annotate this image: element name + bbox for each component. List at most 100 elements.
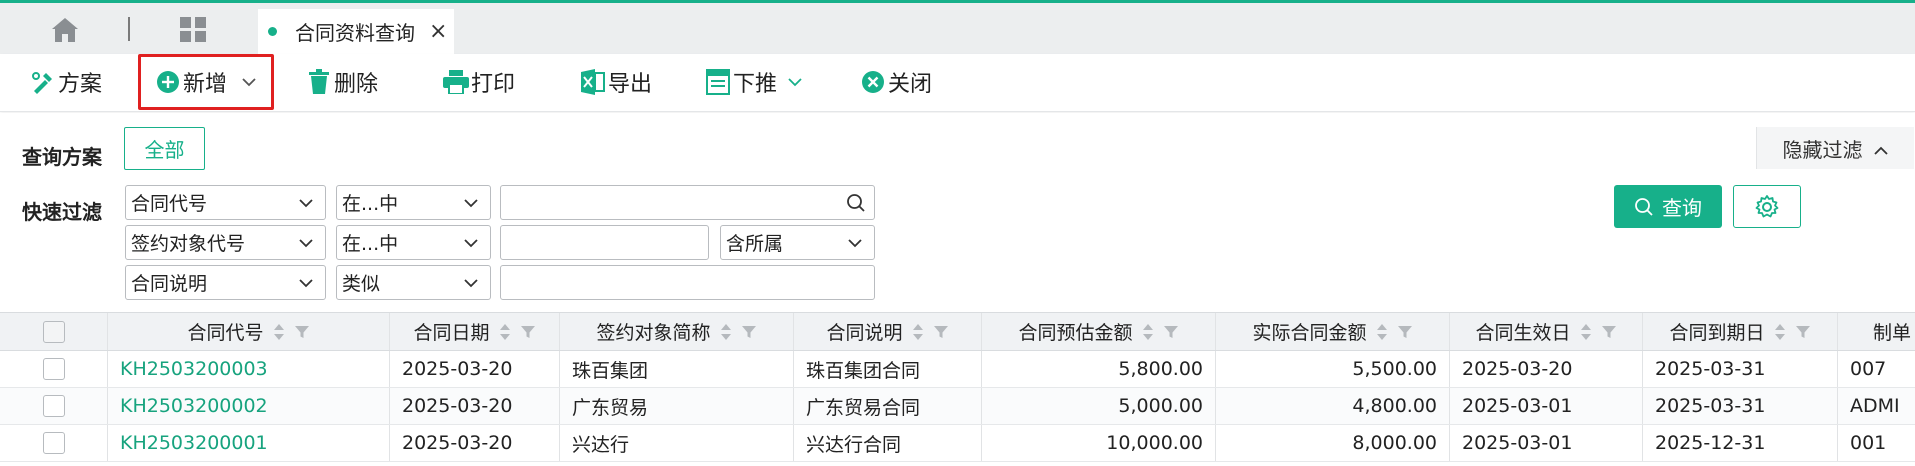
sort-icon[interactable] bbox=[719, 322, 733, 342]
filter-operator-value: 在...中 bbox=[342, 193, 399, 215]
table-cell: 2025-03-31 bbox=[1643, 351, 1838, 387]
filter-value-input[interactable] bbox=[468, 227, 700, 258]
filter-funnel-icon[interactable] bbox=[520, 324, 536, 340]
tab-contract-query[interactable]: 合同资料查询 × bbox=[258, 9, 454, 54]
sort-icon[interactable] bbox=[1773, 322, 1787, 342]
column-header-label: 合同代号 bbox=[187, 322, 264, 344]
close-tab-icon[interactable]: × bbox=[429, 20, 447, 43]
column-header[interactable]: 合同日期 bbox=[390, 313, 560, 350]
column-header[interactable]: 合同到期日 bbox=[1643, 313, 1838, 350]
filter-funnel-icon[interactable] bbox=[294, 324, 310, 340]
table-cell: 5,500.00 bbox=[1216, 351, 1450, 387]
filter-operator-select[interactable]: 在...中 bbox=[336, 185, 491, 220]
table-cell: ADMI bbox=[1850, 395, 1900, 417]
table-cell: 007 bbox=[1850, 358, 1887, 380]
filter-settings-button[interactable] bbox=[1733, 185, 1801, 228]
chevron-down-icon bbox=[848, 238, 862, 247]
home-icon[interactable] bbox=[48, 16, 82, 44]
row-checkbox[interactable] bbox=[42, 432, 65, 454]
chevron-up-icon bbox=[1873, 140, 1889, 156]
filter-operator-select[interactable]: 类似 bbox=[336, 265, 491, 300]
sort-icon[interactable] bbox=[1141, 322, 1155, 342]
column-header[interactable]: 签约对象简称 bbox=[560, 313, 794, 350]
row-checkbox-cell[interactable] bbox=[0, 388, 108, 424]
column-header[interactable]: 制单 bbox=[1838, 313, 1915, 350]
table-cell: 001 bbox=[1850, 432, 1887, 454]
table-cell: 2025-12-31 bbox=[1643, 425, 1838, 461]
print-label: 打印 bbox=[471, 72, 516, 97]
push-down-label: 下推 bbox=[733, 72, 778, 97]
contract-code-link[interactable]: KH2503200002 bbox=[108, 388, 390, 424]
sort-icon[interactable] bbox=[1375, 322, 1389, 342]
sort-icon[interactable] bbox=[911, 322, 925, 342]
select-all-checkbox[interactable] bbox=[42, 320, 65, 343]
push-down-button[interactable]: 下推 bbox=[705, 64, 803, 100]
filter-funnel-icon[interactable] bbox=[1795, 324, 1811, 340]
table-cell: 2025-03-20 bbox=[390, 425, 560, 461]
chevron-down-icon[interactable] bbox=[787, 74, 803, 90]
hide-filter-button[interactable]: 隐藏过滤 bbox=[1756, 127, 1914, 169]
filter-field-select[interactable]: 合同代号 bbox=[125, 185, 326, 220]
scheme-button[interactable]: 方案 bbox=[30, 64, 102, 100]
query-label: 查询 bbox=[1662, 196, 1702, 220]
hide-filter-label: 隐藏过滤 bbox=[1782, 137, 1863, 162]
filter-scope-select[interactable]: 含所属 bbox=[720, 225, 875, 260]
close-button[interactable]: 关闭 bbox=[860, 64, 932, 100]
table-cell: 兴达行合同 bbox=[794, 425, 982, 461]
filter-field-select[interactable]: 合同说明 bbox=[125, 265, 326, 300]
sort-icon[interactable] bbox=[498, 322, 512, 342]
column-header-label: 合同预估金额 bbox=[1018, 322, 1133, 344]
table-cell: 2025-03-01 bbox=[1450, 425, 1643, 461]
column-header-label: 制单 bbox=[1872, 322, 1911, 344]
app-grid-icon[interactable] bbox=[178, 15, 210, 45]
filter-funnel-icon[interactable] bbox=[1397, 324, 1413, 340]
row-checkbox[interactable] bbox=[42, 395, 65, 417]
filter-value-input[interactable] bbox=[507, 187, 846, 218]
table-row[interactable]: KH2503200003 2025-03-20 珠百集团 珠百集团合同 5,800.00… bbox=[0, 351, 1915, 388]
column-header-label: 实际合同金额 bbox=[1252, 322, 1367, 344]
filter-funnel-icon[interactable] bbox=[1601, 324, 1617, 340]
filter-funnel-icon[interactable] bbox=[933, 324, 949, 340]
column-header[interactable]: 合同生效日 bbox=[1450, 313, 1643, 350]
table-cell: 广东贸易 bbox=[560, 388, 794, 424]
gear-icon bbox=[1755, 194, 1779, 217]
table-cell: 4,800.00 bbox=[1216, 388, 1450, 424]
column-header[interactable]: 合同代号 bbox=[108, 313, 390, 350]
column-header[interactable]: 合同说明 bbox=[794, 313, 982, 350]
excel-export-icon bbox=[580, 69, 606, 95]
sort-icon[interactable] bbox=[272, 322, 286, 342]
chevron-down-icon bbox=[464, 278, 478, 287]
filter-funnel-icon[interactable] bbox=[1163, 324, 1179, 340]
chevron-down-icon bbox=[299, 238, 313, 247]
row-checkbox-cell[interactable] bbox=[0, 351, 108, 387]
grid-header-row: 合同代号 合同日期 签约对象简称 合同说明 合同预估金额 实际合同金额 合同生效日 合同到期日… bbox=[0, 313, 1915, 351]
filter-panel: 查询方案 全部 隐藏过滤 快速过滤 合同代号 在...中 签约对象代号 在...… bbox=[0, 113, 1915, 309]
table-cell: 2025-03-20 bbox=[390, 351, 560, 387]
sort-icon[interactable] bbox=[1579, 322, 1593, 342]
export-button[interactable]: 导出 bbox=[580, 64, 652, 100]
contract-code-link[interactable]: KH2503200001 bbox=[108, 425, 390, 461]
chevron-down-icon bbox=[299, 198, 313, 207]
table-row[interactable]: KH2503200002 2025-03-20 广东贸易 广东贸易合同 5,000.00… bbox=[0, 388, 1915, 425]
query-button[interactable]: 查询 bbox=[1614, 185, 1722, 228]
row-checkbox[interactable] bbox=[42, 358, 65, 380]
scheme-all-button[interactable]: 全部 bbox=[124, 127, 205, 170]
select-all-checkbox-cell[interactable] bbox=[0, 313, 108, 350]
delete-button[interactable]: 删除 bbox=[306, 64, 378, 100]
contract-code-link[interactable]: KH2503200003 bbox=[108, 351, 390, 387]
table-row[interactable]: KH2503200001 2025-03-20 兴达行 兴达行合同 10,000.00 8… bbox=[0, 425, 1915, 462]
filter-funnel-icon[interactable] bbox=[741, 324, 757, 340]
toolbar: 方案 新增 删除 打印 导出 下推 关闭 bbox=[0, 54, 1915, 112]
chevron-down-icon bbox=[464, 198, 478, 207]
table-cell: 2025-03-20 bbox=[390, 388, 560, 424]
column-header[interactable]: 合同预估金额 bbox=[982, 313, 1216, 350]
table-cell: 2025-03-01 bbox=[1450, 388, 1643, 424]
filter-operator-value: 类似 bbox=[342, 273, 381, 295]
column-header-label: 合同日期 bbox=[413, 322, 490, 344]
filter-field-select[interactable]: 签约对象代号 bbox=[125, 225, 326, 260]
print-button[interactable]: 打印 bbox=[443, 64, 515, 100]
row-checkbox-cell[interactable] bbox=[0, 425, 108, 461]
search-icon[interactable] bbox=[846, 193, 866, 213]
column-header[interactable]: 实际合同金额 bbox=[1216, 313, 1450, 350]
filter-value-input[interactable] bbox=[507, 267, 866, 298]
